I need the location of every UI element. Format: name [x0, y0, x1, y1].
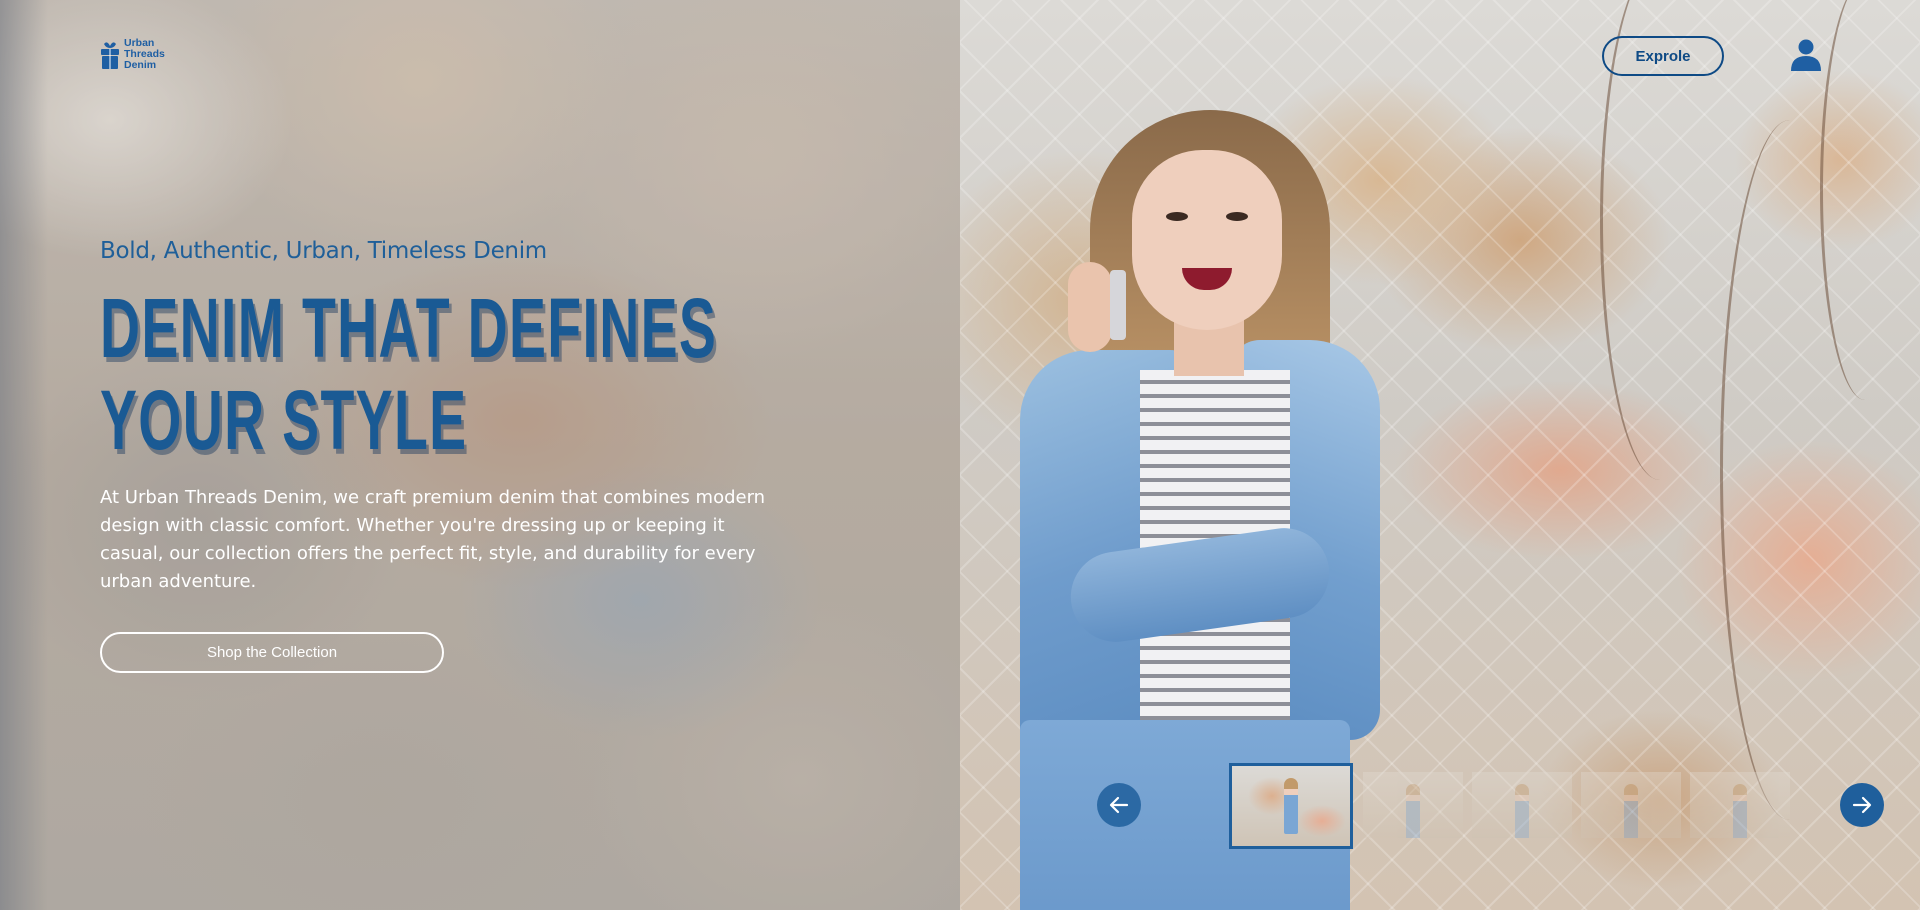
carousel-thumbnail[interactable]	[1581, 772, 1681, 838]
model-eye	[1226, 212, 1248, 221]
brand-name-line: Denim	[124, 59, 157, 71]
shop-collection-button[interactable]: Shop the Collection	[100, 632, 444, 673]
carousel-thumbnail-active[interactable]	[1229, 763, 1353, 849]
brand-logo[interactable]: Urban Threads Denim	[100, 38, 174, 71]
model-face	[1132, 150, 1282, 330]
model-lips	[1182, 268, 1232, 290]
hero-tagline: Bold, Authentic, Urban, Timeless Denim	[100, 238, 547, 264]
gift-box-icon	[100, 40, 120, 70]
phone	[1110, 270, 1126, 340]
arrow-left-icon	[1109, 796, 1129, 814]
hero-headline: Denim That Defines Your Style	[100, 282, 760, 466]
carousel-thumbnail[interactable]	[1690, 772, 1790, 838]
model-hand	[1068, 262, 1112, 352]
model-eye	[1166, 212, 1188, 221]
hero-description: At Urban Threads Denim, we craft premium…	[100, 487, 766, 592]
brand-name: Urban Threads Denim	[124, 38, 174, 71]
carousel-thumbnail[interactable]	[1472, 772, 1572, 838]
thumbnail-figure	[1406, 784, 1420, 838]
carousel-next-button[interactable]	[1840, 783, 1884, 827]
carousel-prev-button[interactable]	[1097, 783, 1141, 827]
user-icon[interactable]	[1789, 38, 1823, 72]
explore-button[interactable]: Exprole	[1602, 36, 1724, 76]
thumbnail-figure	[1624, 784, 1638, 838]
thumbnail-figure	[1733, 784, 1747, 838]
arrow-right-icon	[1852, 796, 1872, 814]
thumbnail-figure	[1284, 778, 1298, 834]
carousel-thumbnail[interactable]	[1363, 772, 1463, 838]
hero-headline-line: Your Style	[100, 373, 468, 467]
thumbnail-figure	[1515, 784, 1529, 838]
hero-headline-line: Denim That Defines	[100, 281, 718, 375]
